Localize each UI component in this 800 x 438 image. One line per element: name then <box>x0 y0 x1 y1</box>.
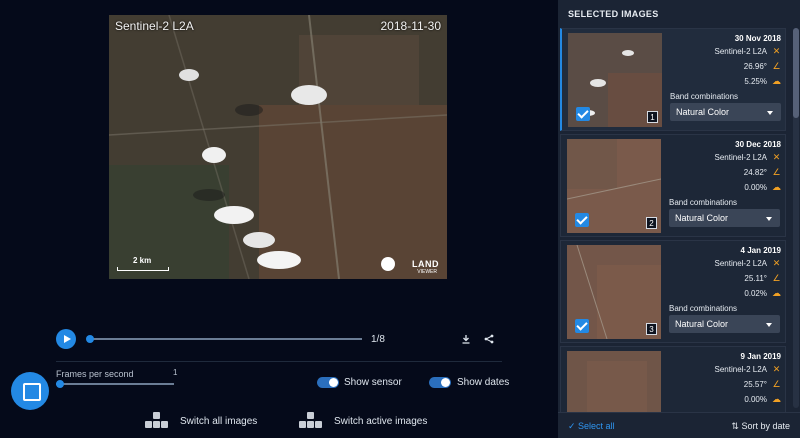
cloud-icon: ☁ <box>772 288 781 298</box>
band-select-value: Natural Color <box>675 319 729 329</box>
image-angle: 25.11° <box>744 274 767 283</box>
play-button[interactable] <box>56 329 76 349</box>
image-sensor: Sentinel-2 L2A <box>714 259 767 268</box>
image-index: 2 <box>646 217 657 229</box>
logo-text: LAND <box>412 259 439 269</box>
angle-icon: ∠ <box>772 61 781 71</box>
band-label: Band combinations <box>669 198 738 207</box>
image-card[interactable]: 1 30 Nov 2018 Sentinel-2 L2A ✕ 26.96° ∠ … <box>560 28 786 131</box>
image-angle: 24.82° <box>743 168 767 177</box>
select-all-label: Select all <box>578 421 615 431</box>
arrow-keys-icon <box>145 412 169 432</box>
satellite-icon: ✕ <box>772 46 781 56</box>
preview-sensor-label: Sentinel-2 L2A <box>115 19 194 33</box>
cloud-icon: ☁ <box>772 394 781 404</box>
image-date: 30 Nov 2018 <box>734 34 781 43</box>
scale-line <box>117 267 169 271</box>
image-date: 4 Jan 2019 <box>740 246 781 255</box>
show-dates-label: Show dates <box>457 377 510 388</box>
switch-all-label: Switch all images <box>180 416 258 427</box>
band-label: Band combinations <box>670 92 739 101</box>
chevron-down-icon <box>767 111 773 115</box>
preview-image: Sentinel-2 L2A 2018-11-30 2 km LAND VIEW… <box>109 15 447 279</box>
image-sensor: Sentinel-2 L2A <box>714 47 767 56</box>
sort-by-date-button[interactable]: ⇅ Sort by date <box>731 421 790 432</box>
fps-slider[interactable] <box>56 380 174 388</box>
show-sensor-toggle[interactable] <box>317 377 339 388</box>
scale-label: 2 km <box>133 256 152 265</box>
arrow-keys-icon <box>299 412 323 432</box>
angle-icon: ∠ <box>772 379 781 389</box>
satellite-icon: ✕ <box>772 152 781 162</box>
select-all-button[interactable]: ✓ Select all <box>568 421 615 432</box>
image-card[interactable]: 3 4 Jan 2019 Sentinel-2 L2A ✕ 25.11° ∠ 0… <box>560 240 786 343</box>
image-checkbox[interactable] <box>575 213 589 227</box>
image-checkbox[interactable] <box>576 107 590 121</box>
frame-counter: 1/8 <box>371 334 385 345</box>
fps-thumb[interactable] <box>56 380 64 388</box>
image-angle: 26.96° <box>743 62 767 71</box>
image-cloud: 0.02% <box>744 289 767 298</box>
image-sensor: Sentinel-2 L2A <box>714 365 767 374</box>
chevron-down-icon <box>766 323 772 327</box>
share-icon[interactable] <box>484 334 494 344</box>
band-select-value: Natural Color <box>676 107 730 117</box>
preview-date-label: 2018-11-30 <box>380 19 442 33</box>
switch-active-label: Switch active images <box>334 416 428 427</box>
cloud-icon: ☁ <box>772 76 781 86</box>
show-sensor-label: Show sensor <box>344 377 402 388</box>
chevron-down-icon <box>766 217 772 221</box>
satellite-icon: ✕ <box>772 258 781 268</box>
image-cloud: 0.00% <box>744 395 767 404</box>
scale-bar: 2 km <box>117 256 169 271</box>
sort-by-date-label: Sort by date <box>741 421 790 431</box>
image-index: 3 <box>646 323 657 335</box>
logo-subtext: VIEWER <box>417 269 437 275</box>
satellite-icon: ✕ <box>772 364 781 374</box>
image-checkbox[interactable] <box>575 319 589 333</box>
timeline-slider[interactable] <box>86 335 362 343</box>
image-cloud: 0.00% <box>744 183 767 192</box>
show-dates-toggle[interactable] <box>429 377 451 388</box>
panel-scrollbar[interactable] <box>793 28 799 408</box>
angle-icon: ∠ <box>772 167 781 177</box>
image-thumbnail[interactable]: 3 <box>567 245 661 339</box>
image-index: 1 <box>647 111 658 123</box>
download-icon[interactable] <box>461 334 471 344</box>
image-cloud: 5.25% <box>744 77 767 86</box>
globe-icon <box>381 257 395 271</box>
image-thumbnail[interactable]: 1 <box>568 33 662 127</box>
cloud-icon: ☁ <box>772 182 781 192</box>
controls-divider <box>56 361 502 362</box>
image-sensor: Sentinel-2 L2A <box>714 153 767 162</box>
band-select-value: Natural Color <box>675 213 729 223</box>
image-date: 9 Jan 2019 <box>740 352 781 361</box>
panel-footer: ✓ Select all ⇅ Sort by date <box>558 412 800 438</box>
band-select[interactable]: Natural Color <box>669 209 780 227</box>
selected-images-panel: SELECTED IMAGES 1 30 Nov 2018 Sentinel-2… <box>558 0 800 438</box>
chat-button[interactable] <box>11 372 49 410</box>
fps-max: 1 <box>173 368 178 377</box>
panel-title: SELECTED IMAGES <box>568 9 659 19</box>
satellite-image <box>109 15 447 279</box>
fps-label: Frames per second <box>56 369 134 379</box>
band-select[interactable]: Natural Color <box>670 103 781 121</box>
image-card[interactable]: 2 30 Dec 2018 Sentinel-2 L2A ✕ 24.82° ∠ … <box>560 134 786 237</box>
image-date: 30 Dec 2018 <box>735 140 781 149</box>
timeline-thumb[interactable] <box>86 335 94 343</box>
band-select[interactable]: Natural Color <box>669 315 780 333</box>
band-label: Band combinations <box>669 304 738 313</box>
image-thumbnail[interactable]: 2 <box>567 139 661 233</box>
angle-icon: ∠ <box>772 273 781 283</box>
image-angle: 25.57° <box>743 380 767 389</box>
